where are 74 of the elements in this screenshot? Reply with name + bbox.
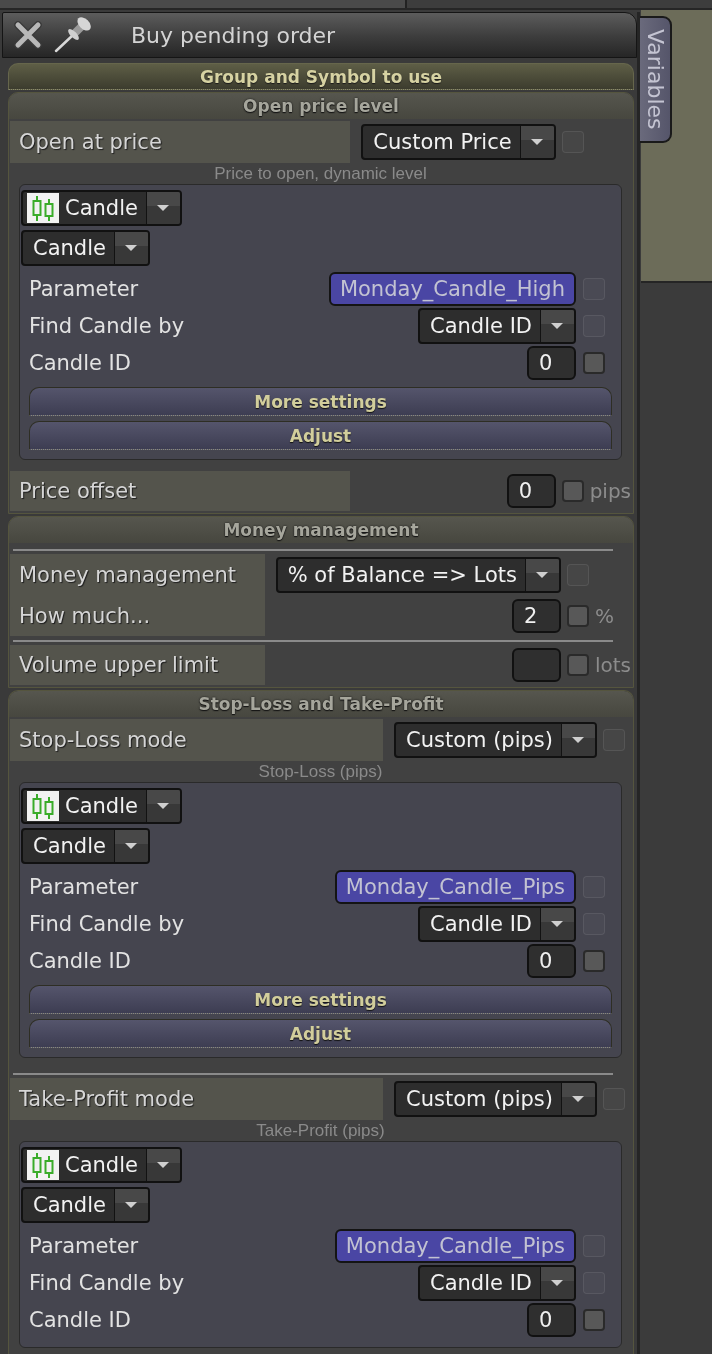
caret-icon xyxy=(145,1149,180,1181)
field-label: Money management xyxy=(10,554,265,596)
variable-field[interactable]: Monday_Candle_Pips xyxy=(334,869,576,904)
panel-button[interactable]: Adjust xyxy=(29,421,612,450)
checkbox[interactable] xyxy=(566,654,589,676)
dropdown[interactable]: % of Balance => Lots xyxy=(275,557,561,593)
field-caption: Stop-Loss (pips) xyxy=(257,762,384,782)
caret-icon xyxy=(540,907,574,940)
dropdown[interactable]: Candle xyxy=(21,230,150,266)
close-icon[interactable] xyxy=(13,20,43,50)
unit-label: pips xyxy=(589,479,631,503)
caret-icon xyxy=(113,830,148,862)
checkbox[interactable] xyxy=(583,1308,605,1331)
caret-icon xyxy=(561,1083,595,1115)
dropdown[interactable]: Candle xyxy=(21,1187,150,1223)
input-field[interactable]: 0 xyxy=(527,1302,576,1337)
field-label: Volume upper limit xyxy=(10,645,265,685)
caret-icon xyxy=(561,724,595,756)
field-caption: Price to open, dynamic level xyxy=(213,164,428,184)
input-field[interactable] xyxy=(511,648,561,682)
dropdown[interactable]: Custom Price xyxy=(361,124,556,160)
dropdown[interactable]: Candle xyxy=(21,1147,182,1183)
window-title: Buy pending order xyxy=(131,22,336,48)
field-label: Take-Profit mode xyxy=(10,1078,384,1120)
checkbox[interactable] xyxy=(583,949,605,972)
panel-button[interactable]: More settings xyxy=(29,985,612,1014)
input-field[interactable]: 2 xyxy=(511,599,561,633)
unit-label: % xyxy=(594,604,615,628)
dropdown[interactable]: Candle xyxy=(21,190,182,226)
side-tab[interactable]: Variables xyxy=(640,16,672,143)
candlestick-icon xyxy=(27,1150,59,1180)
dropdown[interactable]: Candle ID xyxy=(418,1264,576,1301)
caret-icon xyxy=(540,309,574,342)
field-caption: Take-Profit (pips) xyxy=(255,1121,386,1141)
group-header[interactable]: Group and Symbol to use xyxy=(8,63,634,90)
field-label: Parameter xyxy=(29,1232,140,1260)
dropdown[interactable]: Candle ID xyxy=(418,307,576,344)
field-label: Stop-Loss mode xyxy=(10,719,384,761)
caret-icon xyxy=(113,1189,148,1221)
panel-button[interactable]: More settings xyxy=(29,387,612,416)
dropdown[interactable]: Candle ID xyxy=(418,905,576,942)
input-field[interactable]: 0 xyxy=(527,345,576,380)
candlestick-icon xyxy=(27,193,59,223)
caret-icon xyxy=(145,192,180,224)
field-label: Parameter xyxy=(29,275,140,303)
dropdown[interactable]: Custom (pips) xyxy=(394,722,597,758)
field-label: Price offset xyxy=(10,471,351,511)
field-label: Find Candle by xyxy=(29,1269,186,1297)
caret-icon xyxy=(145,790,180,822)
unit-label: lots xyxy=(594,653,631,677)
input-field[interactable]: 0 xyxy=(527,943,576,978)
checkbox[interactable] xyxy=(566,605,589,627)
caret-icon xyxy=(113,232,148,264)
field-label: Find Candle by xyxy=(29,312,186,340)
caret-icon xyxy=(519,126,554,158)
candlestick-icon xyxy=(27,791,59,821)
dropdown[interactable]: Candle xyxy=(21,828,150,864)
dropdown[interactable]: Custom (pips) xyxy=(394,1081,597,1117)
variable-field[interactable]: Monday_Candle_High xyxy=(328,271,576,306)
field-label: Open at price xyxy=(10,121,351,163)
caret-icon xyxy=(524,559,559,591)
field-label: Find Candle by xyxy=(29,910,186,938)
variable-field[interactable]: Monday_Candle_Pips xyxy=(334,1228,576,1263)
field-label: Candle ID xyxy=(29,349,132,377)
checkbox[interactable] xyxy=(583,351,605,374)
field-label: Parameter xyxy=(29,873,140,901)
field-label: How much... xyxy=(10,596,265,636)
caret-icon xyxy=(540,1266,574,1299)
field-label: Candle ID xyxy=(29,1306,132,1334)
checkbox[interactable] xyxy=(561,480,584,502)
panel-button[interactable]: Adjust xyxy=(29,1019,612,1048)
dropdown[interactable]: Candle xyxy=(21,788,182,824)
field-label: Candle ID xyxy=(29,947,132,975)
input-field[interactable]: 0 xyxy=(506,474,556,508)
